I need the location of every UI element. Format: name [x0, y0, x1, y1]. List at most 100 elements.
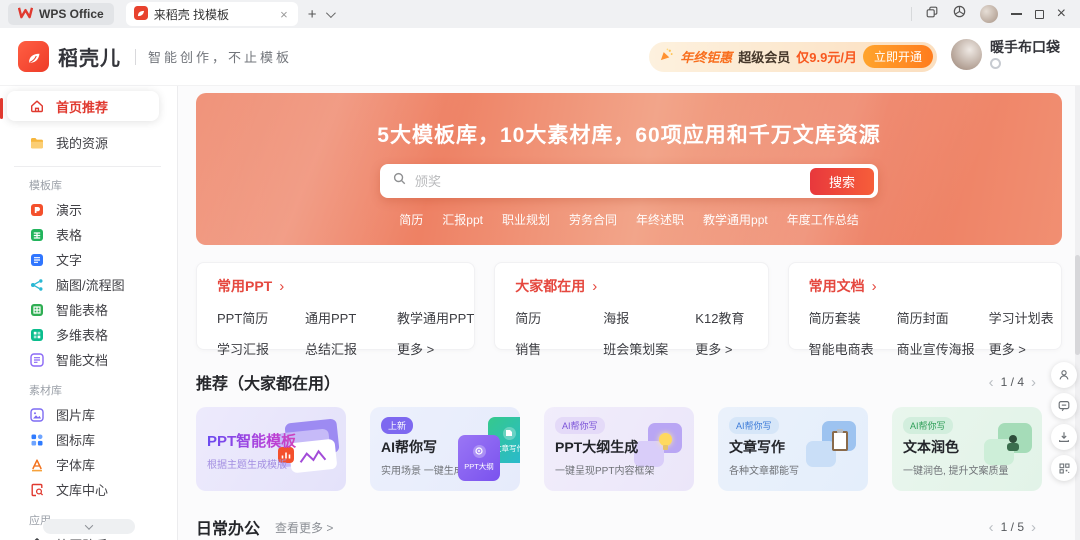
reco-card-title: PPT智能模板 [207, 430, 335, 451]
qr-code-button[interactable] [1051, 455, 1077, 481]
hot-link[interactable]: 职业规划 [502, 211, 550, 228]
banner-headline: 5大模板库，10大素材库，60项应用和千万文库资源 [196, 119, 1062, 149]
active-indicator [0, 98, 3, 119]
ai-badge: AI帮你写 [903, 417, 953, 434]
workspace-pages-icon[interactable] [925, 5, 939, 24]
category-link[interactable]: 通用PPT [305, 308, 397, 327]
category-link[interactable]: 教学通用PPT [397, 308, 474, 327]
daily-see-more-link[interactable]: 查看更多 > [275, 519, 333, 536]
category-link[interactable]: PPT简历 [217, 308, 305, 327]
ai-badge: AI帮你写 [555, 417, 605, 434]
titlebar-avatar[interactable] [980, 5, 998, 23]
search-input[interactable] [415, 174, 810, 189]
sidebar-label: 文字 [56, 250, 82, 269]
category-link[interactable]: 海报 [603, 308, 695, 327]
reco-card-ai-writing[interactable]: 上新 AI帮你写 实用场景 一键生成 文章写作 PPT大纲 [370, 407, 520, 491]
category-link[interactable]: 销售 [515, 339, 603, 358]
tab-docer[interactable]: 来稻壳 找模板 × [126, 2, 298, 26]
feedback-button[interactable] [1051, 393, 1077, 419]
category-link[interactable]: 商业宣传海报 [897, 339, 989, 358]
brand-title[interactable]: 稻壳儿 [58, 42, 121, 71]
category-link-more[interactable]: 更多 > [695, 339, 767, 358]
category-link[interactable]: 智能电商表 [809, 339, 897, 358]
reco-card-article-writing[interactable]: AI帮你写 文章写作 各种文章都能写 [718, 407, 868, 491]
main-scrollbar-thumb[interactable] [1075, 255, 1080, 355]
category-link[interactable]: K12教育 [695, 308, 767, 327]
sidebar-item-image-library[interactable]: 图片库 [0, 402, 177, 427]
promo-subscribe-button[interactable]: 立即开通 [863, 45, 933, 68]
reco-card-subtitle: 一键润色, 提升文案质量 [903, 462, 1031, 477]
theme-skin-icon[interactable] [952, 4, 967, 24]
category-link[interactable]: 简历套装 [809, 308, 897, 327]
category-link[interactable]: 简历封面 [897, 308, 989, 327]
sidebar-item-mindmap-flowchart[interactable]: 脑图/流程图 [0, 272, 177, 297]
header-separator [135, 49, 136, 65]
wps-office-label: WPS Office [39, 7, 104, 21]
docer-logo-icon[interactable] [18, 41, 49, 72]
wps-office-menu-button[interactable]: WPS Office [8, 3, 114, 25]
ppt-outline-tile: PPT大纲 [458, 435, 500, 481]
category-link[interactable]: 总结汇报 [305, 339, 397, 358]
download-button[interactable] [1051, 424, 1077, 450]
pager-prev-icon[interactable]: ‹ [989, 520, 994, 535]
category-card-title[interactable]: 常用文档› [809, 276, 1061, 296]
search-button[interactable]: 搜索 [810, 168, 874, 195]
window-close-button[interactable]: × [1057, 6, 1066, 22]
vip-promo-banner[interactable]: 年终钜惠 超级会员 仅9.9元/月 立即开通 [649, 42, 937, 72]
new-badge: 上新 [381, 417, 413, 434]
hot-link[interactable]: 教学通用ppt [703, 211, 768, 228]
sidebar-item-docs-center[interactable]: 文库中心 [0, 477, 177, 502]
category-card-everyone-using: 大家都在用› 简历 海报 K12教育 销售 班会策划案 更多 > [494, 262, 768, 350]
sidebar-item-icon-library[interactable]: 图标库 [0, 427, 177, 452]
sidebar-item-font-library[interactable]: 字体库 [0, 452, 177, 477]
sidebar-item-multidim-sheet[interactable]: 多维表格 [0, 322, 177, 347]
category-link[interactable]: 班会策划案 [603, 339, 695, 358]
pager-prev-icon[interactable]: ‹ [989, 375, 994, 390]
pager-next-icon[interactable]: › [1031, 520, 1036, 535]
category-link-more[interactable]: 更多 > [989, 339, 1061, 358]
hot-link[interactable]: 年终述职 [636, 211, 684, 228]
sidebar-item-spreadsheet[interactable]: 表格 [0, 222, 177, 247]
sidebar-label: 我的资源 [56, 133, 108, 152]
category-card-title[interactable]: 常用PPT› [217, 276, 474, 296]
sidebar-expand-button[interactable] [43, 519, 135, 534]
category-link-more[interactable]: 更多 > [397, 339, 474, 358]
hot-link[interactable]: 年度工作总结 [787, 211, 859, 228]
recommend-cards-row: PPT智能模板 根据主题生成模版 上新 AI帮你写 实用场景 一键生成 文章写作… [196, 407, 1062, 491]
tab-list-dropdown-icon[interactable] [326, 8, 336, 18]
customer-service-button[interactable] [1051, 362, 1077, 388]
daily-title: 日常办公 [196, 515, 260, 539]
sidebar-item-document[interactable]: 文字 [0, 247, 177, 272]
category-card-title[interactable]: 大家都在用› [515, 276, 767, 296]
reco-card-subtitle: 一键呈现PPT内容框架 [555, 462, 683, 477]
tab-close-icon[interactable]: × [278, 8, 290, 21]
window-maximize-button[interactable] [1035, 10, 1044, 19]
hot-link[interactable]: 劳务合同 [569, 211, 617, 228]
sidebar-label: 脑图/流程图 [56, 275, 125, 294]
sidebar-item-smart-doc[interactable]: 智能文档 [0, 347, 177, 372]
user-avatar[interactable] [951, 39, 982, 70]
window-minimize-button[interactable] [1011, 13, 1022, 15]
user-name[interactable]: 暖手布口袋 [990, 39, 1060, 55]
new-tab-button[interactable]: + [308, 7, 317, 22]
reco-card-ppt-smart-template[interactable]: PPT智能模板 根据主题生成模版 [196, 407, 346, 491]
category-link[interactable]: 学习计划表 [989, 308, 1061, 327]
pager-next-icon[interactable]: › [1031, 375, 1036, 390]
category-link[interactable]: 简历 [515, 308, 603, 327]
presentation-icon [29, 202, 45, 218]
sidebar-item-presentation[interactable]: 演示 [0, 197, 177, 222]
sidebar-label: 演示 [56, 200, 82, 219]
reco-card-text-polish[interactable]: AI帮你写 文本润色 一键润色, 提升文案质量 [892, 407, 1042, 491]
category-link[interactable]: 学习汇报 [217, 339, 305, 358]
sidebar-item-home-recommend[interactable]: 首页推荐 [7, 91, 159, 121]
hot-link[interactable]: 简历 [399, 211, 423, 228]
spreadsheet-icon [29, 227, 45, 243]
sidebar-item-my-resources[interactable]: 我的资源 [0, 130, 177, 155]
chevron-down-icon [84, 521, 92, 529]
hot-link[interactable]: 汇报ppt [442, 211, 483, 228]
promo-member-label: 超级会员 [738, 47, 790, 66]
image-library-icon [29, 407, 45, 423]
reco-card-ppt-outline[interactable]: AI帮你写 PPT大纲生成 一键呈现PPT内容框架 [544, 407, 694, 491]
sidebar-item-smart-sheet[interactable]: 智能表格 [0, 297, 177, 322]
document-icon [29, 252, 45, 268]
